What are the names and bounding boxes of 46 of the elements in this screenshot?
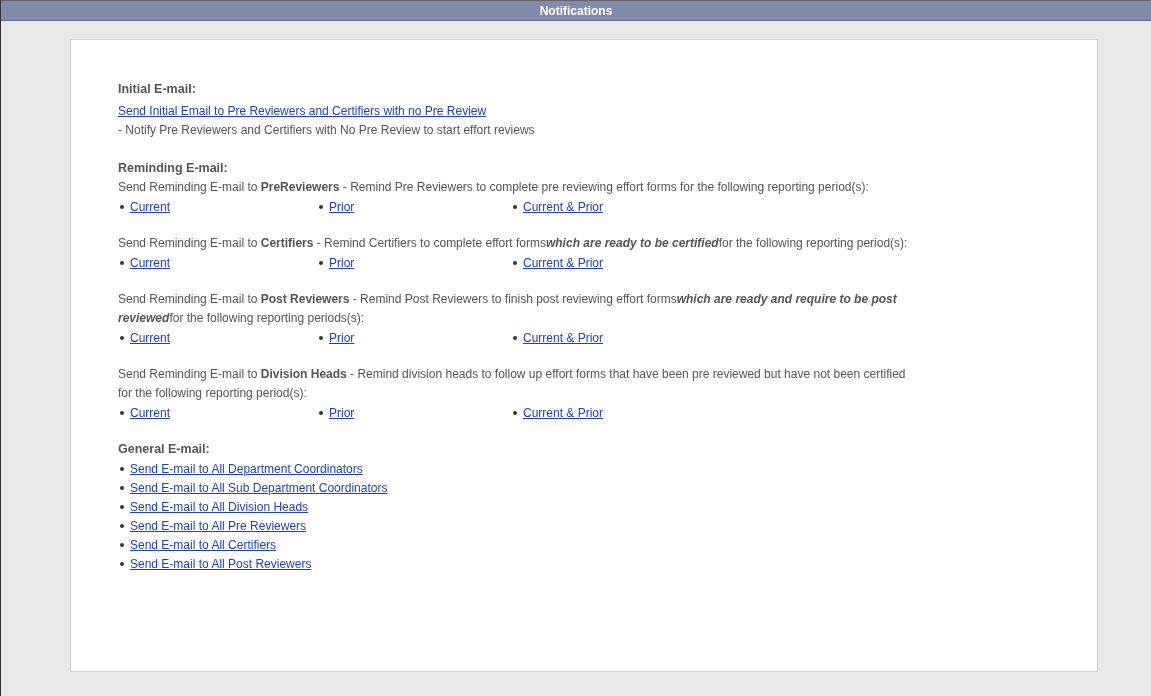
period-link[interactable]: Current: [130, 199, 170, 214]
bullet-icon: [319, 335, 323, 340]
reminder-description: Send Reminding E-mail to Certifiers - Remind Certifiers to complete effort formswhich are ready to be certifiedfor the following reporting period(s):: [118, 235, 909, 252]
page-title: Notifications: [539, 3, 613, 18]
general-email-link[interactable]: Send E-mail to All Department Coordinators: [130, 461, 363, 476]
period-link[interactable]: Prior: [329, 255, 355, 270]
bullet-icon: [319, 260, 323, 265]
bullet-icon: [120, 485, 124, 490]
bullet-icon: [120, 561, 124, 566]
bullet-icon: [513, 410, 517, 415]
bullet-icon: [513, 260, 517, 265]
period-link[interactable]: Current & Prior: [523, 405, 604, 420]
bullet-icon: [120, 204, 124, 209]
reminder-description: Send Reminding E-mail to PreReviewers - Remind Pre Reviewers to complete pre reviewing effort forms for the following reporting period(s):: [118, 179, 870, 196]
bullet-icon: [120, 504, 124, 509]
period-link[interactable]: Current: [130, 405, 170, 420]
reminder-description: Send Reminding E-mail to Post Reviewers - Remind Post Reviewers to finish post reviewing effort formswhich are ready and require to be post reviewedfor the following reporting periods(s):: [118, 291, 898, 327]
bullet-icon: [319, 410, 323, 415]
section-heading: Reminding E-mail:: [118, 161, 229, 175]
period-link[interactable]: Current: [130, 330, 170, 345]
period-link[interactable]: Current: [130, 255, 170, 270]
general-email-link[interactable]: Send E-mail to All Pre Reviewers: [130, 518, 307, 533]
initial-email-link[interactable]: Send Initial Email to Pre Reviewers and Certifiers with no Pre Review: [118, 104, 487, 118]
period-link[interactable]: Prior: [329, 330, 355, 345]
section-heading: General E-mail:: [118, 442, 211, 456]
period-link[interactable]: Current & Prior: [523, 330, 604, 345]
bullet-icon: [120, 335, 124, 340]
description-text: - Notify Pre Reviewers and Certifiers with No Pre Review to start effort reviews: [118, 123, 535, 137]
bullet-icon: [513, 335, 517, 340]
reminder-description: Send Reminding E-mail to Division Heads - Remind division heads to follow up effort forms that have been pre reviewed but have not been certified for the following reporting period(s):: [118, 366, 907, 402]
bullet-icon: [120, 542, 124, 547]
bullet-icon: [120, 466, 124, 471]
general-email-link[interactable]: Send E-mail to All Certifiers: [130, 537, 277, 552]
general-email-link[interactable]: Send E-mail to All Post Reviewers: [130, 556, 312, 571]
bullet-icon: [120, 410, 124, 415]
period-link[interactable]: Current & Prior: [523, 199, 604, 214]
section-heading: Initial E-mail:: [118, 82, 197, 96]
bullet-icon: [120, 260, 124, 265]
general-email-link[interactable]: Send E-mail to All Division Heads: [130, 499, 309, 514]
period-link[interactable]: Prior: [329, 405, 355, 420]
period-link[interactable]: Prior: [329, 199, 355, 214]
general-email-link[interactable]: Send E-mail to All Sub Department Coordinators: [130, 480, 388, 495]
bullet-icon: [319, 204, 323, 209]
bullet-icon: [120, 523, 124, 528]
period-link[interactable]: Current & Prior: [523, 255, 604, 270]
bullet-icon: [513, 204, 517, 209]
